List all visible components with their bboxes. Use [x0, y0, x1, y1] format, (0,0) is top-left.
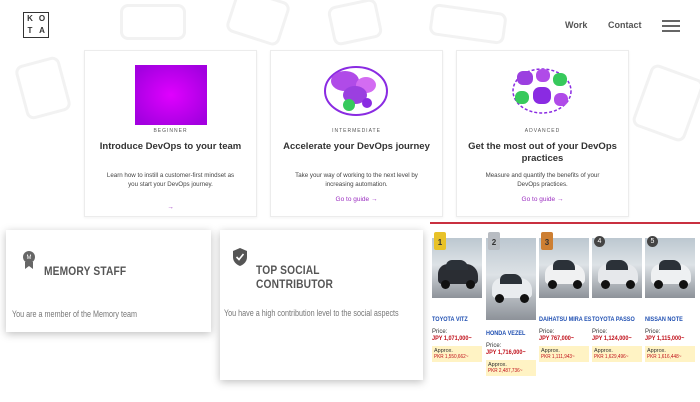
go-to-guide-link[interactable]: Go to guide → — [457, 196, 628, 203]
car-item[interactable]: 4 TOYOTA PASSO Price: JPY 1,124,000~ App… — [592, 236, 642, 362]
car-name[interactable]: TOYOTA VITZ — [432, 316, 475, 323]
badge-title: TOP SOCIAL CONTRIBUTOR — [256, 263, 334, 291]
nav-contact-link[interactable]: Contact — [608, 20, 642, 30]
guide-card-advanced[interactable]: ADVANCED Get the most out of your DevOps… — [456, 50, 629, 217]
beginner-illustration-icon — [135, 65, 207, 125]
badge-card-top-social-contributor[interactable]: TOP SOCIAL CONTRIBUTOR You have a high c… — [220, 230, 423, 380]
kota-logo[interactable]: K O T A — [23, 12, 49, 38]
car-name[interactable]: HONDA VEZEL — [486, 330, 529, 337]
background-doodle — [120, 4, 186, 40]
svg-text:M: M — [27, 255, 32, 261]
car-rank: 3 — [544, 238, 550, 247]
hamburger-icon[interactable] — [662, 20, 680, 32]
guide-description: Learn how to instill a customer-first mi… — [106, 172, 235, 188]
approx-box: Approx. PKR 1,616,448~ — [645, 346, 695, 362]
background-doodle — [428, 2, 508, 46]
nav-work-link[interactable]: Work — [565, 20, 587, 30]
car-rank: 1 — [437, 238, 443, 247]
approx-box: Approx. PKR 2,487,736~ — [486, 360, 536, 376]
approx-price: PKR 1,629,496~ — [594, 354, 629, 360]
rank-badge-icon: 4 — [594, 236, 605, 247]
go-to-guide-link[interactable]: → — [85, 204, 256, 211]
checkmark-shield-icon — [233, 248, 247, 266]
guide-level: INTERMEDIATE — [332, 128, 381, 134]
guide-level: BEGINNER — [153, 128, 188, 134]
approx-price: PKR 2,487,736~ — [488, 368, 523, 374]
guide-title: Get the most out of your DevOps practice… — [468, 141, 617, 164]
car-price: JPY 767,000~ — [539, 335, 575, 342]
car-ranking-panel: 1 TOYOTA VITZ Price: JPY 1,071,000~ Appr… — [430, 222, 700, 402]
car-price: JPY 1,115,000~ — [645, 335, 685, 342]
badge-description: You have a high contribution level to th… — [224, 308, 399, 318]
badge-card-memory-staff[interactable]: M MEMORY STAFF You are a member of the M… — [6, 230, 211, 332]
logo-letter: K — [27, 14, 33, 23]
silver-medal-icon: 2 — [488, 232, 500, 250]
car-price: JPY 1,124,000~ — [592, 335, 632, 342]
car-photo — [592, 238, 642, 298]
background-doodle — [13, 55, 73, 121]
memory-badge-icon: M — [23, 251, 35, 269]
car-rank: 5 — [650, 238, 655, 245]
gold-medal-icon: 1 — [434, 232, 446, 250]
go-to-guide-link[interactable]: Go to guide → — [271, 196, 442, 203]
background-doodle — [326, 0, 384, 47]
car-photo — [486, 238, 536, 320]
logo-letter: T — [27, 26, 33, 35]
car-name[interactable]: NISSAN NOTE — [645, 316, 688, 323]
guide-description: Measure and quantify the benefits of you… — [485, 172, 600, 188]
approx-price: PKR 1,550,662~ — [434, 354, 469, 360]
car-rank: 2 — [491, 238, 497, 247]
guide-card-beginner[interactable]: BEGINNER Introduce DevOps to your team L… — [84, 50, 257, 217]
background-doodle — [630, 62, 700, 144]
intermediate-illustration-icon — [324, 66, 388, 116]
bronze-medal-icon: 3 — [541, 232, 553, 250]
logo-letter: A — [39, 26, 45, 35]
advanced-illustration-icon — [512, 68, 572, 114]
car-price: JPY 1,716,000~ — [486, 349, 526, 356]
guide-level: ADVANCED — [524, 128, 561, 134]
approx-price: PKR 1,616,448~ — [647, 354, 682, 360]
approx-price: PKR 1,111,943~ — [541, 354, 575, 360]
car-name[interactable]: TOYOTA PASSO — [592, 316, 635, 323]
logo-letter: O — [38, 14, 46, 23]
car-name[interactable]: DAIHATSU MIRA ES — [539, 316, 591, 323]
guide-title: Introduce DevOps to your team — [99, 141, 242, 152]
background-doodle — [224, 0, 292, 48]
car-item[interactable]: 1 TOYOTA VITZ Price: JPY 1,071,000~ Appr… — [432, 232, 482, 362]
car-price: JPY 1,071,000~ — [432, 335, 472, 342]
rank-badge-icon: 5 — [647, 236, 658, 247]
car-rank: 4 — [597, 238, 602, 245]
approx-box: Approx. PKR 1,629,496~ — [592, 346, 642, 362]
car-item[interactable]: 2 HONDA VEZEL Price: JPY 1,716,000~ Appr… — [486, 232, 536, 376]
car-item[interactable]: 5 NISSAN NOTE Price: JPY 1,115,000~ Appr… — [645, 236, 695, 362]
badge-title: MEMORY STAFF — [44, 264, 127, 278]
car-photo — [645, 238, 695, 298]
guide-title: Accelerate your DevOps journey — [283, 141, 430, 152]
guide-description: Take your way of working to the next lev… — [295, 172, 418, 188]
approx-box: Approx. PKR 1,550,662~ — [432, 346, 482, 362]
car-item[interactable]: 3 DAIHATSU MIRA ES Price: JPY 767,000~ A… — [539, 232, 591, 362]
badge-description: You are a member of the Memory team — [12, 309, 137, 319]
guide-card-intermediate[interactable]: INTERMEDIATE Accelerate your DevOps jour… — [270, 50, 443, 217]
approx-box: Approx. PKR 1,111,943~ — [539, 346, 589, 362]
